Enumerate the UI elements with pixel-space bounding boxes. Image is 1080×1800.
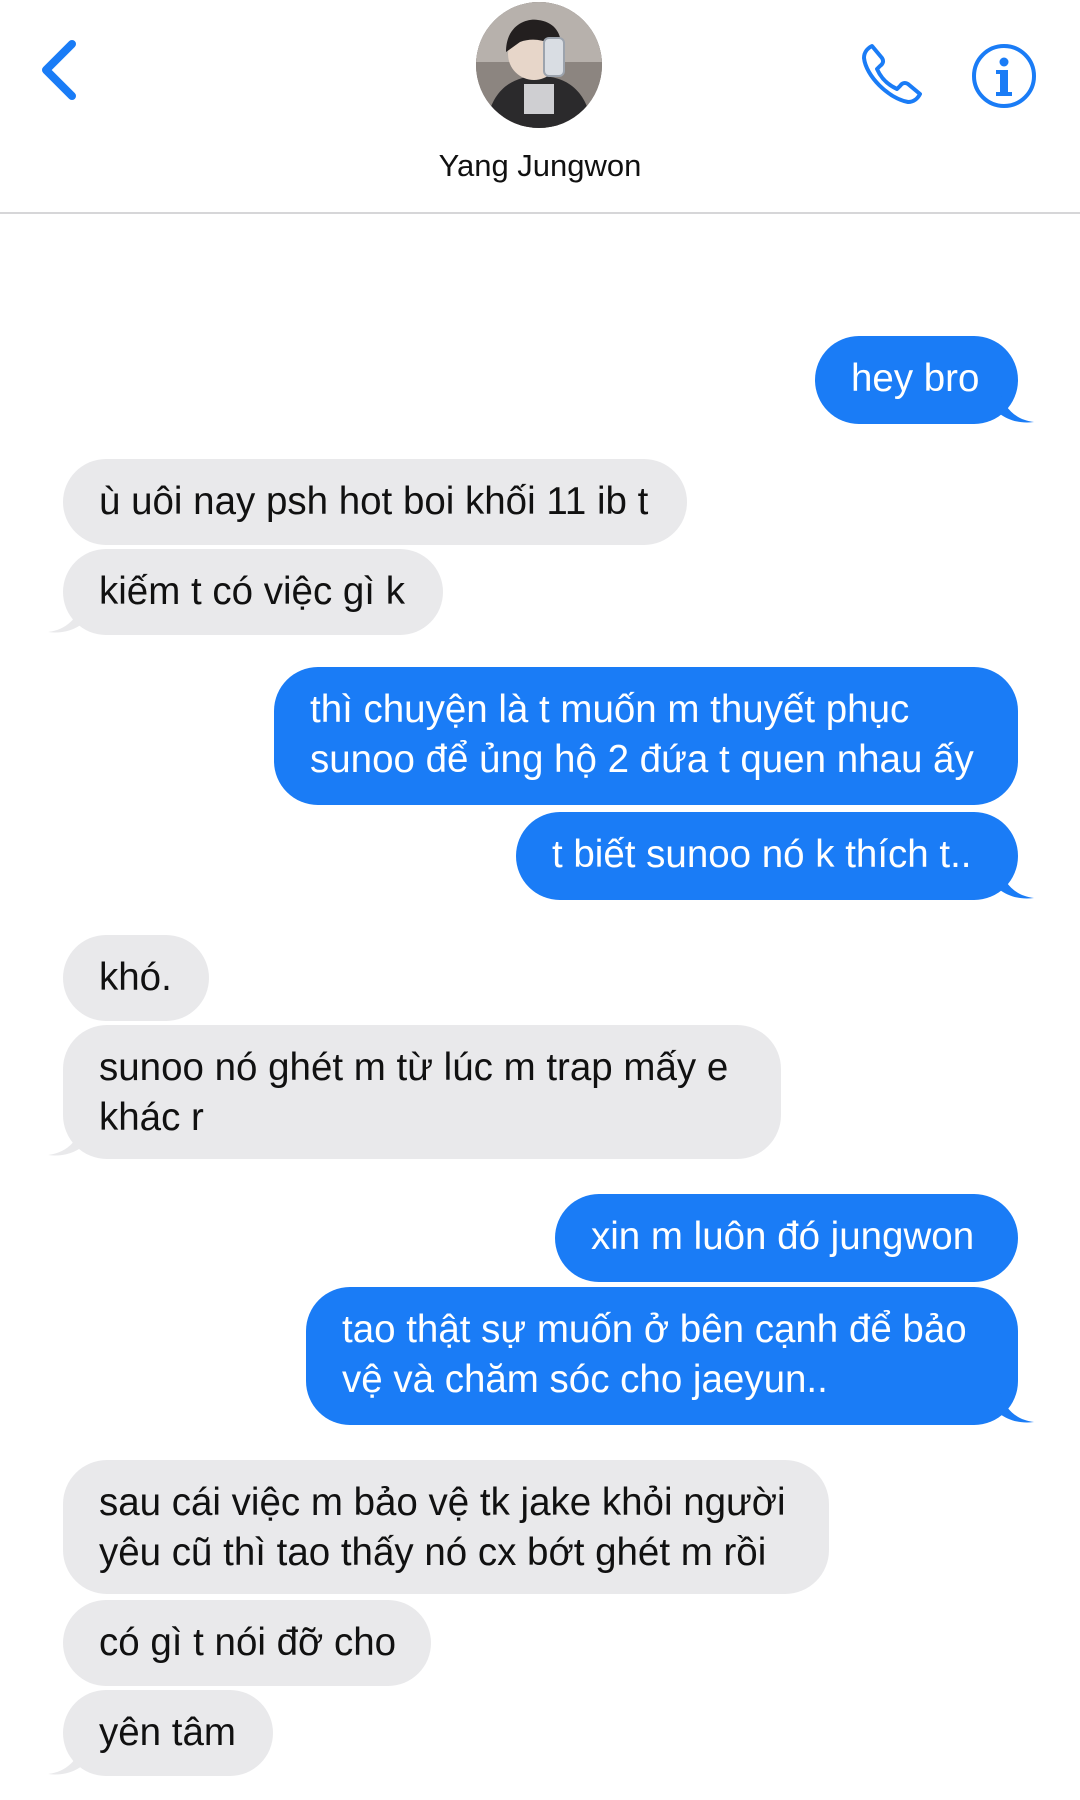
contact-name[interactable]: Yang Jungwon (0, 148, 1080, 184)
conversation-header: Yang Jungwon (0, 0, 1080, 214)
message-bubble-incoming[interactable]: yên tâm (63, 1690, 273, 1776)
message-bubble-incoming[interactable]: sunoo nó ghét m từ lúc m trap mấy e khác… (63, 1025, 781, 1159)
message-text: hey bro (851, 357, 980, 400)
message-bubble-incoming[interactable]: sau cái việc m bảo vệ tk jake khỏi người… (63, 1460, 829, 1594)
message-bubble-outgoing[interactable]: xin m luôn đó jungwon (555, 1194, 1018, 1282)
avatar-photo (476, 2, 602, 128)
message-text: t biết sunoo nó k thích t.. (552, 833, 972, 876)
bubble-tail (1000, 1392, 1034, 1423)
message-text: yêu cũ thì tao thấy nó cx bớt ghét m rồi (99, 1531, 767, 1574)
message-text: tao thật sự muốn ở bên cạnh để bảo (342, 1308, 967, 1351)
message-text: yên tâm (99, 1711, 236, 1754)
message-text: có gì t nói đỡ cho (99, 1621, 397, 1664)
bubble-tail (48, 1125, 82, 1156)
message-text: thì chuyện là t muốn m thuyết phục (310, 688, 910, 731)
message-text: sunoo để ủng hộ 2 đứa t quen nhau ấy (310, 738, 974, 781)
bubble-tail (1000, 868, 1034, 899)
chevron-left-icon (42, 40, 76, 100)
bubble-tail (1000, 392, 1034, 423)
info-icon (972, 44, 1036, 108)
back-button[interactable] (30, 30, 100, 110)
message-bubble-incoming[interactable]: khó. (63, 935, 209, 1021)
message-text: ù uôi nay psh hot boi khối 11 ib t (99, 480, 649, 523)
avatar[interactable] (476, 2, 602, 128)
message-bubble-incoming[interactable]: ù uôi nay psh hot boi khối 11 ib t (63, 459, 687, 545)
info-button[interactable] (970, 42, 1038, 110)
message-text: khác r (99, 1096, 204, 1139)
message-bubble-outgoing[interactable]: hey bro (815, 336, 1018, 424)
message-bubble-outgoing[interactable]: thì chuyện là t muốn m thuyết phục sunoo… (274, 667, 1018, 805)
message-bubble-incoming[interactable]: kiếm t có việc gì k (63, 549, 443, 635)
message-text: khó. (99, 956, 172, 999)
message-text: vệ và chăm sóc cho jaeyun.. (342, 1358, 828, 1401)
message-text: kiếm t có việc gì k (99, 570, 405, 613)
message-bubble-outgoing[interactable]: tao thật sự muốn ở bên cạnh để bảo vệ và… (306, 1287, 1018, 1425)
message-text: xin m luôn đó jungwon (591, 1215, 975, 1258)
message-bubble-outgoing[interactable]: t biết sunoo nó k thích t.. (516, 812, 1018, 900)
message-text: sunoo nó ghét m từ lúc m trap mấy e (99, 1046, 729, 1089)
message-bubble-incoming[interactable]: có gì t nói đỡ cho (63, 1600, 431, 1686)
bubble-tail (48, 602, 82, 633)
message-text: sau cái việc m bảo vệ tk jake khỏi người (99, 1481, 786, 1524)
bubble-tail (48, 1744, 82, 1775)
phone-icon (862, 44, 922, 104)
call-button[interactable] (858, 40, 926, 108)
